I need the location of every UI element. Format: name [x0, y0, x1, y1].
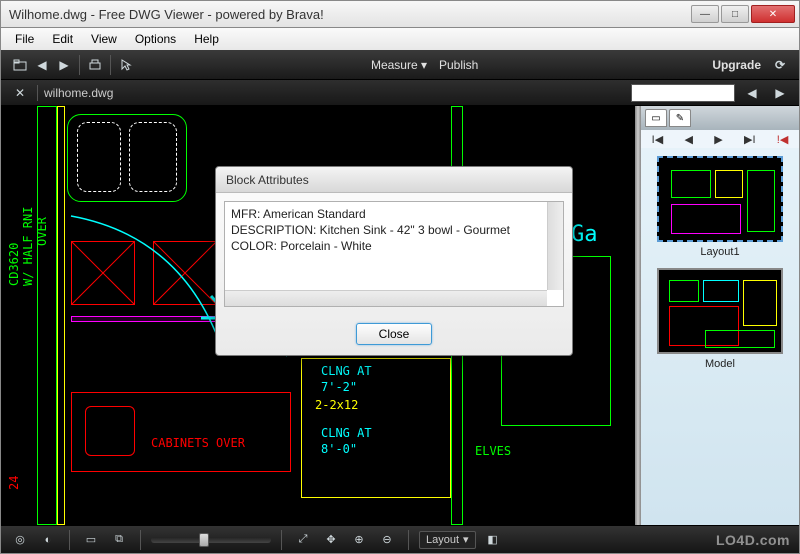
cad-dim: 24: [7, 476, 21, 490]
cad-label: CLNG AT: [321, 426, 372, 440]
attribute-row: MFR: American Standard: [231, 206, 557, 222]
sidebar-tab-pages-icon[interactable]: ▭: [645, 109, 667, 127]
window-titlebar: Wilhome.dwg - Free DWG Viewer - powered …: [0, 0, 800, 28]
cad-bowl: [77, 122, 121, 192]
main-toolbar: ◀ ▶ Measure ▾ Publish Upgrade ⟳: [1, 50, 799, 80]
thumbnail-list: Layout1 Model: [641, 148, 799, 525]
scrollbar-horizontal[interactable]: [225, 290, 547, 306]
toolbar-separator: [110, 55, 111, 75]
attribute-row: DESCRIPTION: Kitchen Sink - 42" 3 bowl -…: [231, 222, 557, 238]
thumbnail-preview: [657, 156, 783, 242]
menu-options[interactable]: Options: [127, 30, 184, 48]
attribute-row: COLOR: Porcelain - White: [231, 238, 557, 254]
measure-label: Measure: [371, 58, 418, 72]
sidebar-nav: I◀ ◀ ▶ ▶I !◀: [641, 130, 799, 148]
publish-menu[interactable]: Publish: [439, 58, 478, 72]
file-tab-bar: ✕ wilhome.dwg ◀ ▶: [1, 80, 799, 106]
nav-next-icon[interactable]: ▶: [714, 133, 722, 146]
cad-bowl: [129, 122, 177, 192]
menu-view[interactable]: View: [83, 30, 125, 48]
status-copy-icon[interactable]: ⧉: [108, 529, 130, 551]
nav-first-icon[interactable]: I◀: [652, 133, 664, 146]
window-title: Wilhome.dwg - Free DWG Viewer - powered …: [9, 7, 691, 22]
dialog-title[interactable]: Block Attributes: [216, 167, 572, 193]
menu-edit[interactable]: Edit: [44, 30, 81, 48]
thumbnail-sidebar: ▭ ✎ I◀ ◀ ▶ ▶I !◀: [641, 106, 799, 525]
nav-prev-icon[interactable]: ◀: [31, 54, 53, 76]
nav-warn-icon[interactable]: !◀: [777, 133, 789, 146]
close-tab-icon[interactable]: ✕: [9, 82, 31, 104]
upgrade-link[interactable]: Upgrade: [712, 58, 761, 72]
zoom-window-icon[interactable]: ⤢: [292, 529, 314, 551]
panel-toggle-icon[interactable]: ◧: [482, 529, 504, 551]
thumbnail-item[interactable]: Model: [657, 268, 783, 370]
measure-menu[interactable]: Measure ▾: [371, 58, 427, 72]
scrollbar-vertical[interactable]: [547, 202, 563, 290]
cad-label: ELVES: [475, 444, 511, 458]
cad-label: 7'-2": [321, 380, 357, 394]
toolbar-separator: [79, 55, 80, 75]
cad-wall: [37, 106, 57, 525]
menu-bar: File Edit View Options Help: [0, 28, 800, 50]
status-extent-icon[interactable]: ◎: [9, 529, 31, 551]
status-color-icon[interactable]: ◐: [37, 529, 59, 551]
pan-icon[interactable]: ✥: [320, 529, 342, 551]
toolbar-right: Upgrade ⟳: [712, 54, 791, 76]
cad-label: 2-2x12: [315, 398, 358, 412]
divider: [37, 85, 38, 101]
sidebar-tabs: ▭ ✎: [641, 106, 799, 130]
sidebar-tab-bookmarks-icon[interactable]: ✎: [669, 109, 691, 127]
search-input[interactable]: [631, 84, 735, 102]
divider: [140, 530, 141, 550]
cad-label: CABINETS OVER: [151, 436, 245, 450]
cad-label: Ga: [571, 222, 598, 247]
status-bar: ◎ ◐ ▭ ⧉ ⤢ ✥ ⊕ ⊖ Layout ▾ ◧: [1, 525, 799, 553]
layout-selector[interactable]: Layout ▾: [419, 531, 476, 549]
menu-file[interactable]: File: [7, 30, 42, 48]
cad-sink2: [85, 406, 135, 456]
layout-selector-label: Layout: [426, 534, 459, 546]
dialog-buttons: Close: [216, 315, 572, 355]
zoom-slider[interactable]: [151, 537, 271, 543]
thumbnail-preview: [657, 268, 783, 354]
thumbnail-label: Model: [657, 358, 783, 370]
current-file-tab[interactable]: wilhome.dwg: [44, 86, 113, 100]
divider: [408, 530, 409, 550]
close-button[interactable]: ✕: [751, 5, 795, 23]
zoom-out-icon[interactable]: ⊖: [376, 529, 398, 551]
divider: [69, 530, 70, 550]
divider: [281, 530, 282, 550]
nav-last-icon[interactable]: ▶I: [744, 133, 756, 146]
cad-label: OVER: [35, 217, 49, 246]
window-controls: — □ ✕: [691, 5, 795, 23]
nav-next-icon[interactable]: ▶: [53, 54, 75, 76]
maximize-button[interactable]: □: [721, 5, 749, 23]
pointer-icon[interactable]: [115, 54, 137, 76]
cad-label: W/ HALF RNI: [21, 207, 35, 286]
attributes-list[interactable]: MFR: American Standard DESCRIPTION: Kitc…: [224, 201, 564, 307]
toolbar-center: Measure ▾ Publish: [137, 58, 712, 72]
thumbnail-label: Layout1: [657, 246, 783, 258]
cad-label: CD3620: [7, 243, 21, 286]
close-button[interactable]: Close: [356, 323, 433, 345]
nav-prev-icon[interactable]: ◀: [684, 133, 692, 146]
app-body: ◀ ▶ Measure ▾ Publish Upgrade ⟳ ✕ wilhom…: [0, 50, 800, 554]
thumbnail-item[interactable]: Layout1: [657, 156, 783, 258]
search-prev-icon[interactable]: ◀: [741, 82, 763, 104]
block-attributes-dialog: Block Attributes MFR: American Standard …: [215, 166, 573, 356]
minimize-button[interactable]: —: [691, 5, 719, 23]
chevron-down-icon: ▾: [463, 533, 469, 546]
cad-label: CLNG AT: [321, 364, 372, 378]
print-icon[interactable]: [84, 54, 106, 76]
menu-help[interactable]: Help: [186, 30, 227, 48]
cad-label: 8'-0": [321, 442, 357, 456]
refresh-icon[interactable]: ⟳: [769, 54, 791, 76]
zoom-in-icon[interactable]: ⊕: [348, 529, 370, 551]
status-page-icon[interactable]: ▭: [80, 529, 102, 551]
zoom-slider-handle[interactable]: [199, 533, 209, 547]
dialog-body: MFR: American Standard DESCRIPTION: Kitc…: [216, 193, 572, 315]
search-next-icon[interactable]: ▶: [769, 82, 791, 104]
open-file-icon[interactable]: [9, 54, 31, 76]
